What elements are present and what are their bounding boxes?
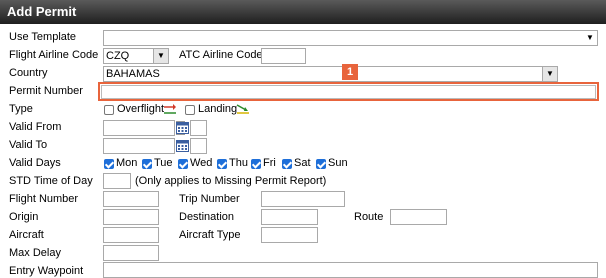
landing-label: Landing: [198, 103, 238, 115]
destination-label: Destination: [179, 211, 235, 223]
day-thu-checkbox[interactable]: [217, 159, 227, 169]
aircraft-type-input[interactable]: [261, 227, 318, 243]
atc-airline-code-label: ATC Airline Code: [179, 49, 263, 61]
max-delay-label: Max Delay: [9, 247, 61, 259]
day-fri-checkbox[interactable]: [251, 159, 261, 169]
day-tue-label: Tue: [154, 157, 173, 169]
valid-from-calendar-icon[interactable]: [176, 121, 189, 134]
route-input[interactable]: [390, 209, 447, 225]
day-wed-label: Wed: [190, 157, 213, 169]
day-sat-label: Sat: [294, 157, 311, 169]
trip-number-label: Trip Number: [179, 193, 240, 205]
origin-input[interactable]: [103, 209, 159, 225]
valid-days-label: Valid Days: [9, 157, 61, 169]
overflight-icon: [164, 104, 176, 114]
valid-from-label: Valid From: [9, 121, 62, 133]
permit-number-label: Permit Number: [9, 85, 83, 97]
valid-to-time-input[interactable]: [190, 138, 207, 154]
landing-icon: [236, 104, 249, 114]
aircraft-input[interactable]: [103, 227, 159, 243]
flight-airline-code-select[interactable]: CZQ ▼: [103, 48, 169, 64]
window-title: Add Permit: [0, 0, 606, 24]
day-wed-checkbox[interactable]: [178, 159, 188, 169]
std-time-note: (Only applies to Missing Permit Report): [135, 175, 327, 187]
max-delay-input[interactable]: [103, 245, 159, 261]
flight-airline-code-label: Flight Airline Code: [9, 49, 99, 61]
valid-to-date-input[interactable]: [103, 138, 175, 154]
aircraft-type-label: Aircraft Type: [179, 229, 241, 241]
day-mon-label: Mon: [116, 157, 138, 169]
chevron-down-icon: ▼: [542, 67, 557, 81]
destination-input[interactable]: [261, 209, 318, 225]
aircraft-label: Aircraft: [9, 229, 44, 241]
day-sun-label: Sun: [328, 157, 348, 169]
atc-airline-code-input[interactable]: [261, 48, 306, 64]
flight-number-label: Flight Number: [9, 193, 79, 205]
overflight-label: Overflight: [117, 103, 165, 115]
day-thu-label: Thu: [229, 157, 248, 169]
use-template-label: Use Template: [9, 31, 77, 43]
annotation-badge: 1: [342, 64, 358, 80]
use-template-select[interactable]: ▼: [103, 30, 598, 46]
flight-airline-code-value: CZQ: [106, 50, 130, 62]
valid-to-calendar-icon[interactable]: [176, 139, 189, 152]
origin-label: Origin: [9, 211, 39, 223]
valid-from-date-input[interactable]: [103, 120, 175, 136]
valid-to-label: Valid To: [9, 139, 48, 151]
chevron-down-icon: ▼: [153, 49, 168, 63]
day-mon-checkbox[interactable]: [104, 159, 114, 169]
country-value: BAHAMAS: [106, 68, 160, 80]
route-label: Route: [354, 211, 384, 223]
chevron-down-icon: ▼: [586, 33, 594, 42]
overflight-checkbox[interactable]: [104, 105, 114, 115]
highlight-box: [98, 82, 599, 101]
country-label: Country: [9, 67, 48, 79]
day-tue-checkbox[interactable]: [142, 159, 152, 169]
flight-number-input[interactable]: [103, 191, 159, 207]
day-sun-checkbox[interactable]: [316, 159, 326, 169]
std-time-label: STD Time of Day: [9, 175, 93, 187]
entry-waypoint-label: Entry Waypoint: [9, 265, 84, 277]
landing-checkbox[interactable]: [185, 105, 195, 115]
type-label: Type: [9, 103, 33, 115]
valid-from-time-input[interactable]: [190, 120, 207, 136]
day-fri-label: Fri: [263, 157, 276, 169]
entry-waypoint-input[interactable]: [103, 262, 598, 278]
day-sat-checkbox[interactable]: [282, 159, 292, 169]
trip-number-input[interactable]: [261, 191, 345, 207]
country-select[interactable]: BAHAMAS ▼: [103, 66, 558, 82]
std-time-input[interactable]: [103, 173, 131, 189]
